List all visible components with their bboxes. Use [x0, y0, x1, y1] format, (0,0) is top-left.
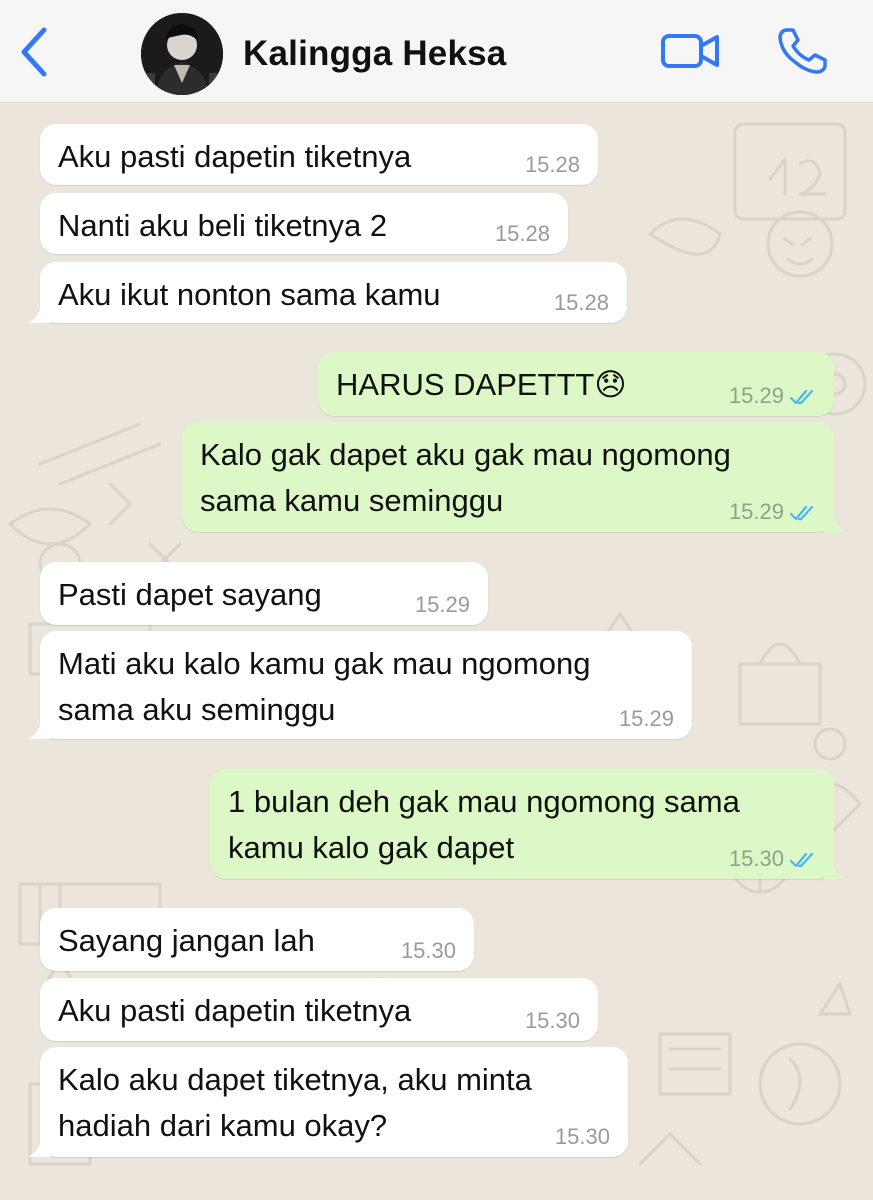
outgoing-message[interactable]: 1 bulan deh gak mau ngomong sama kamu ka…: [210, 769, 846, 879]
message-time: 15.29: [415, 593, 470, 617]
message-text: Sayang jangan lah: [58, 923, 315, 958]
message-time: 15.30: [401, 939, 456, 963]
incoming-message[interactable]: Mati aku kalo kamu gak mau ngomong sama …: [28, 631, 692, 739]
message-text: Aku pasti dapetin tiketnya: [58, 139, 412, 174]
incoming-message[interactable]: Pasti dapet sayang 15.29: [40, 562, 488, 625]
timestamp: 15.29: [728, 383, 784, 408]
timestamp: 15.30: [554, 1124, 610, 1149]
message-time: 15.28: [495, 222, 550, 246]
avatar[interactable]: [141, 13, 223, 95]
timestamp: 15.30: [524, 1008, 580, 1033]
phone-icon: [778, 28, 827, 74]
back-button[interactable]: [14, 24, 54, 80]
message-text: 1 bulan deh gak mau ngomong sama kamu ka…: [228, 784, 740, 865]
bubble-tail: [28, 1135, 50, 1157]
timestamp: 15.28: [494, 221, 550, 246]
contact-name[interactable]: Kalingga Heksa: [243, 34, 506, 74]
timestamp: 15.29: [728, 499, 784, 524]
double-check-icon: [790, 390, 814, 405]
message-text: Mati aku kalo kamu gak mau ngomong sama …: [58, 646, 591, 727]
incoming-message[interactable]: Nanti aku beli tiketnya 2 15.28: [40, 193, 568, 254]
video-camera-icon: [661, 34, 719, 68]
message-text: Aku pasti dapetin tiketnya: [58, 993, 412, 1028]
message-text: Aku ikut nonton sama kamu: [58, 277, 441, 312]
chat-header: Kalingga Heksa: [0, 0, 873, 103]
incoming-message[interactable]: Aku pasti dapetin tiketnya 15.28: [40, 124, 598, 185]
message-time: 15.28: [525, 153, 580, 177]
incoming-message[interactable]: Aku pasti dapetin tiketnya 15.30: [40, 978, 598, 1041]
timestamp: 15.28: [524, 152, 580, 177]
double-check-icon: [790, 853, 814, 868]
chevron-left-icon: [21, 27, 47, 77]
timestamp: 15.28: [553, 290, 609, 315]
timestamp: 15.29: [414, 592, 470, 617]
outgoing-message[interactable]: HARUS DAPETTT😞 15.29: [318, 352, 834, 416]
bubble-tail: [28, 301, 50, 323]
message-time: 15.30: [729, 847, 816, 871]
bubble-tail: [824, 857, 846, 879]
timestamp: 15.30: [728, 846, 784, 871]
message-time: 15.30: [555, 1125, 610, 1149]
message-time: 15.29: [729, 500, 816, 524]
message-time: 15.28: [554, 291, 609, 315]
message-time: 15.29: [729, 384, 816, 408]
incoming-message[interactable]: Kalo aku dapet tiketnya, aku minta hadia…: [28, 1047, 628, 1157]
chat-area[interactable]: Aku pasti dapetin tiketnya 15.28 Nanti aku…: [0, 104, 873, 1200]
timestamp: 15.29: [618, 706, 674, 731]
timestamp: 15.30: [400, 938, 456, 963]
message-text: Nanti aku beli tiketnya 2: [58, 208, 388, 243]
double-check-icon: [790, 506, 814, 521]
message-time: 15.30: [525, 1009, 580, 1033]
message-text: Kalo aku dapet tiketnya, aku minta hadia…: [58, 1062, 532, 1143]
voice-call-button[interactable]: [775, 26, 829, 76]
incoming-message[interactable]: Sayang jangan lah 15.30: [40, 908, 474, 971]
video-call-button[interactable]: [660, 28, 722, 74]
bubble-tail: [824, 510, 846, 532]
outgoing-message[interactable]: Kalo gak dapet aku gak mau ngomong sama …: [182, 422, 846, 532]
bubble-tail: [28, 717, 50, 739]
message-text: Kalo gak dapet aku gak mau ngomong sama …: [200, 437, 731, 518]
incoming-message[interactable]: Aku ikut nonton sama kamu 15.28: [28, 262, 627, 323]
message-text: Pasti dapet sayang: [58, 577, 322, 612]
avatar-photo: [141, 13, 223, 95]
message-time: 15.29: [619, 707, 674, 731]
